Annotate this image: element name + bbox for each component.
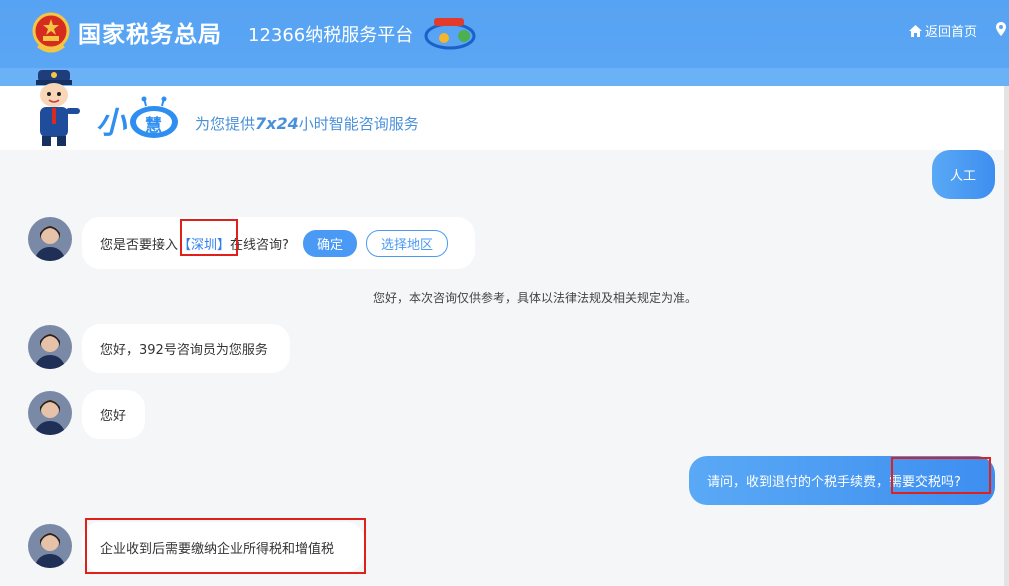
agent-message-bubble: 您好 — [82, 390, 145, 439]
slogan-highlight: 7x24 — [255, 114, 299, 133]
region-prompt-prefix: 您是否要接入 — [100, 237, 179, 253]
top-header: 国家税务总局 12366纳税服务平台 返回首页 — [0, 0, 1009, 68]
location-icon[interactable] — [996, 22, 1006, 36]
home-link-label: 返回首页 — [925, 25, 978, 40]
assistant-badge-text: 慧 — [145, 116, 162, 136]
assistant-slogan: 为您提供7x24小时智能咨询服务 — [195, 113, 419, 134]
disclaimer-notice: 您好，本次咨询仅供参考，具体以法律法规及相关规定为准。 — [373, 291, 698, 305]
chat-scrollbar[interactable] — [1004, 86, 1009, 586]
agent-message-bubble: 您好，392号咨询员为您服务 — [82, 324, 290, 373]
national-emblem-icon — [32, 12, 70, 53]
region-prompt-bubble: 您是否要接入 【深圳】 在线咨询? 确定 选择地区 — [82, 217, 475, 269]
highlight-box-answer — [85, 518, 366, 574]
slogan-suffix: 小时智能咨询服务 — [298, 115, 419, 133]
site-title: 国家税务总局 — [78, 22, 222, 48]
agent-photo-icon — [28, 391, 72, 435]
slogan-prefix: 为您提供 — [195, 115, 256, 133]
home-icon — [909, 24, 922, 37]
header-band — [0, 68, 1009, 86]
region-prompt-suffix: 在线咨询? — [230, 237, 289, 253]
highlight-box-question — [891, 457, 991, 494]
agent-avatar — [28, 524, 72, 568]
confirm-button[interactable]: 确定 — [302, 229, 357, 257]
message-text: 人工 — [950, 169, 977, 184]
agent-photo-icon — [28, 217, 72, 261]
message-text: 您好，392号咨询员为您服务 — [100, 343, 268, 358]
platform-name: 12366纳税服务平台 — [248, 25, 414, 46]
12366-logo-icon — [424, 18, 476, 50]
assistant-name: 小 — [96, 106, 126, 141]
highlight-box-city — [180, 219, 238, 256]
agent-photo-icon — [28, 524, 72, 568]
agent-photo-icon — [28, 325, 72, 369]
user-message-bubble: 人工 — [932, 150, 995, 199]
message-text-prefix: 请问，收到退付的个税手续费， — [707, 475, 890, 490]
home-link[interactable]: 返回首页 — [909, 21, 977, 40]
message-text: 您好 — [100, 409, 127, 424]
agent-avatar — [28, 325, 72, 369]
agent-avatar — [28, 391, 72, 435]
tax-officer-mascot-icon — [36, 70, 80, 146]
choose-region-button[interactable]: 选择地区 — [365, 229, 448, 257]
agent-avatar — [28, 217, 72, 261]
assistant-robot-badge: 慧 — [128, 96, 180, 140]
